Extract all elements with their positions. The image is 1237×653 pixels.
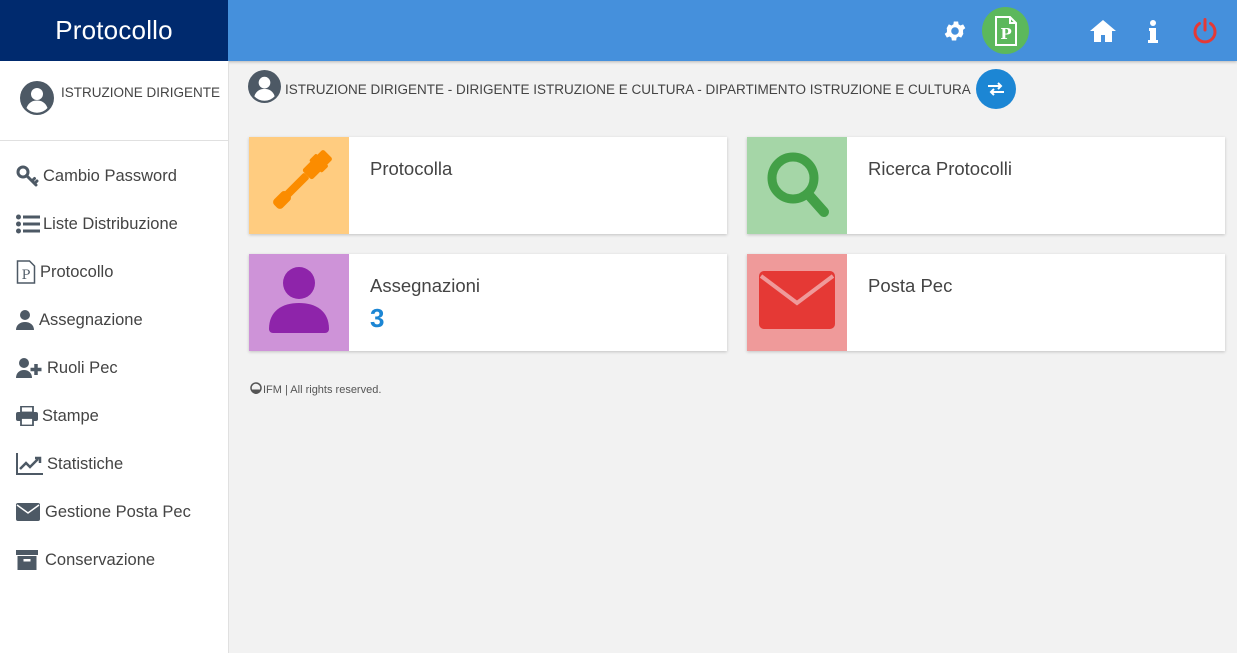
search-icon: [760, 144, 834, 227]
sidebar-item-liste-distribuzione[interactable]: Liste Distribuzione: [0, 200, 228, 248]
card-title: Assegnazioni: [370, 275, 481, 296]
card-ricerca-protocolli[interactable]: Ricerca Protocolli: [747, 137, 1225, 234]
user-circle-icon: [248, 70, 281, 108]
sidebar-item-label: Ruoli Pec: [47, 358, 118, 377]
envelope-icon: [758, 269, 836, 336]
protocol-p-icon[interactable]: P: [982, 0, 1029, 61]
svg-text:P: P: [1000, 25, 1011, 43]
card-title: Ricerca Protocolli: [868, 158, 1012, 179]
switch-role-button[interactable]: [975, 69, 1016, 109]
sidebar-item-statistiche[interactable]: Statistiche: [0, 440, 228, 488]
sidebar-item-label: Protocollo: [40, 262, 114, 281]
user-icon: [16, 309, 36, 331]
sidebar-item-assegnazione[interactable]: Assegnazione: [0, 296, 228, 344]
sidebar-item-label: Gestione Posta Pec: [45, 502, 191, 521]
card-assegnazioni[interactable]: Assegnazioni 3: [249, 254, 727, 351]
power-icon[interactable]: [1189, 0, 1221, 61]
sidebar-item-label: Liste Distribuzione: [43, 214, 178, 233]
sidebar-item-label: Conservazione: [45, 550, 156, 569]
card-title: Protocolla: [370, 158, 453, 179]
breadcrumb-text: ISTRUZIONE DIRIGENTE - DIRIGENTE ISTRUZI…: [285, 81, 971, 97]
sidebar-item-stampe[interactable]: Stampe: [0, 392, 228, 440]
sidebar-item-ruoli-pec[interactable]: Ruoli Pec: [0, 344, 228, 392]
user-plus-icon: [16, 357, 44, 379]
sidebar-item-label: Cambio Password: [43, 166, 177, 185]
card-tile: [249, 254, 349, 351]
info-icon[interactable]: [1140, 0, 1166, 61]
card-title: Posta Pec: [868, 275, 953, 296]
list-icon: [16, 213, 40, 235]
protocol-p-icon: P: [16, 260, 37, 284]
sidebar-item-protocollo[interactable]: P Protocollo: [0, 248, 228, 296]
home-icon[interactable]: [1087, 0, 1119, 61]
gear-icon[interactable]: [940, 0, 970, 61]
key-icon: [16, 165, 40, 187]
app-title[interactable]: Protocollo: [0, 0, 228, 61]
sidebar-user-name: ISTRUZIONE DIRIGENTE: [61, 85, 221, 100]
user-circle-icon: [20, 81, 54, 120]
envelope-icon: [16, 501, 42, 523]
sidebar-item-label: Assegnazione: [39, 310, 143, 329]
svg-text:P: P: [22, 268, 31, 283]
line-chart-icon: [16, 453, 44, 475]
sidebar-item-conservazione[interactable]: Conservazione: [0, 536, 228, 584]
ifm-logo-icon: [250, 382, 262, 397]
footer: IFM | All rights reserved.: [250, 382, 381, 397]
sidebar-item-label: Statistiche: [47, 454, 124, 473]
sidebar-item-cambio-password[interactable]: Cambio Password: [0, 152, 228, 200]
printer-icon: [16, 405, 39, 427]
swap-arrows-icon: [987, 82, 1004, 96]
footer-text: IFM | All rights reserved.: [263, 383, 382, 396]
user-icon: [268, 267, 330, 338]
card-tile: [747, 254, 847, 351]
card-tile: [747, 137, 847, 234]
card-protocolla[interactable]: Protocolla: [249, 137, 727, 234]
sidebar-menu: Cambio Password Liste Distribuzione P Pr…: [0, 160, 228, 584]
sidebar-user: ISTRUZIONE DIRIGENTE: [0, 61, 228, 141]
sidebar: ISTRUZIONE DIRIGENTE Cambio Password Lis…: [0, 61, 229, 653]
card-posta-pec[interactable]: Posta Pec: [747, 254, 1225, 351]
card-count: 3: [370, 303, 385, 333]
gavel-icon: [260, 144, 338, 227]
archive-icon: [16, 549, 42, 571]
sidebar-item-label: Stampe: [42, 406, 99, 425]
breadcrumb: ISTRUZIONE DIRIGENTE - DIRIGENTE ISTRUZI…: [248, 69, 1016, 109]
card-tile: [249, 137, 349, 234]
top-bar: Protocollo P: [0, 0, 1237, 61]
sidebar-item-gestione-posta-pec[interactable]: Gestione Posta Pec: [0, 488, 228, 536]
